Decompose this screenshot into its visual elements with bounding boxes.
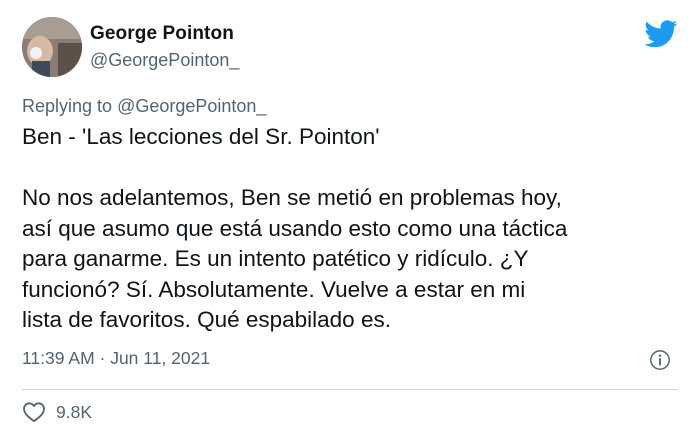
tweet-line: para ganarme. Es un intento patético y r… [22,246,529,271]
tweet-line: No nos adelantemos, Ben se metió en prob… [22,185,562,210]
twitter-bird-icon[interactable] [644,20,678,48]
reply-mention-link[interactable]: @GeorgePointon_ [117,96,266,116]
tweet-line: funcionó? Sí. Absolutamente. Vuelve a es… [22,276,526,302]
tweet-text: Ben - 'Las lecciones del Sr. Pointon' No… [22,122,672,336]
heart-icon[interactable] [22,401,46,423]
tweet-timestamp[interactable]: 11:39 AM · Jun 11, 2021 [22,348,210,369]
like-button[interactable]: 9.8K [22,400,92,424]
replying-to: Replying to @GeorgePointon_ [22,96,266,117]
replying-prefix: Replying to [22,96,118,116]
tweet-line: Ben - 'Las lecciones del Sr. Pointon' [22,124,380,149]
divider [22,389,678,390]
author-display-name[interactable]: George Pointon [90,23,234,45]
tweet-line: lista de favoritos. Qué espabilado es. [22,307,391,332]
info-icon[interactable] [649,349,671,371]
like-count: 9.8K [56,401,92,422]
tweet-line: así que asumo que está usando esto como … [22,215,568,241]
author-handle[interactable]: @GeorgePointon_ [90,50,239,71]
avatar[interactable] [22,17,82,77]
avatar-photo [22,17,82,77]
